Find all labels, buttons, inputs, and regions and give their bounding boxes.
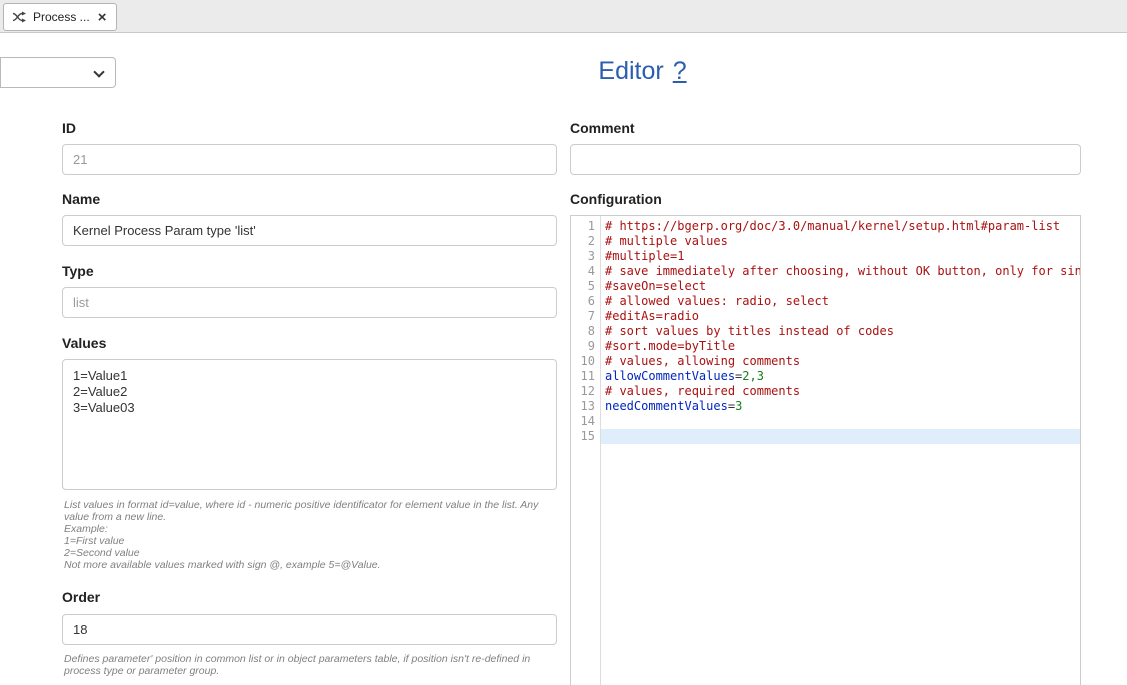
type-label: Type xyxy=(62,263,94,279)
line-number: 10 xyxy=(571,354,600,369)
code-line[interactable] xyxy=(601,414,1080,429)
code-token-comment: # values, allowing comments xyxy=(605,354,800,368)
values-label: Values xyxy=(62,335,106,351)
code-gutter: 123456789101112131415 xyxy=(571,216,601,685)
code-token-comment: # multiple values xyxy=(605,234,728,248)
line-number: 15 xyxy=(571,429,600,444)
code-line[interactable]: # allowed values: radio, select xyxy=(601,294,1080,309)
line-number: 2 xyxy=(571,234,600,249)
id-label: ID xyxy=(62,120,76,136)
code-token-value: 3 xyxy=(735,399,742,413)
line-number: 14 xyxy=(571,414,600,429)
code-token-comment: #editAs=radio xyxy=(605,309,699,323)
tab-process[interactable]: Process ... × xyxy=(3,3,117,31)
order-help: Defines parameter' position in common li… xyxy=(64,653,554,677)
code-line[interactable]: # https://bgerp.org/doc/3.0/manual/kerne… xyxy=(601,219,1080,234)
config-editor[interactable]: 123456789101112131415 # https://bgerp.or… xyxy=(570,215,1081,685)
configuration-label: Configuration xyxy=(570,191,662,207)
code-token-comment: # allowed values: radio, select xyxy=(605,294,829,308)
code-line[interactable]: #sort.mode=byTitle xyxy=(601,339,1080,354)
code-token-comment: # save immediately after choosing, witho… xyxy=(605,264,1080,278)
code-line[interactable]: # values, required comments xyxy=(601,384,1080,399)
line-number: 13 xyxy=(571,399,600,414)
code-token-comment: #saveOn=select xyxy=(605,279,706,293)
id-field[interactable] xyxy=(62,144,557,175)
values-textarea[interactable]: 1=Value1 2=Value2 3=Value03 xyxy=(62,359,557,490)
code-token-comment: #multiple=1 xyxy=(605,249,684,263)
help-link[interactable]: ? xyxy=(673,57,687,85)
values-help-line: 1=First value xyxy=(64,535,556,547)
page-title: Editor xyxy=(598,57,663,85)
values-help: List values in format id=value, where id… xyxy=(64,499,556,571)
values-help-line: List values in format id=value, where id… xyxy=(64,499,556,523)
values-help-line: 2=Second value xyxy=(64,547,556,559)
name-label: Name xyxy=(62,191,100,207)
line-number: 4 xyxy=(571,264,600,279)
code-line[interactable]: allowCommentValues=2,3 xyxy=(601,369,1080,384)
order-field[interactable] xyxy=(62,614,557,645)
code-line[interactable]: # values, allowing comments xyxy=(601,354,1080,369)
comment-label: Comment xyxy=(570,120,635,136)
code-line[interactable]: # save immediately after choosing, witho… xyxy=(601,264,1080,279)
line-number: 1 xyxy=(571,219,600,234)
code-token-comment: # values, required comments xyxy=(605,384,800,398)
order-label: Order xyxy=(62,589,100,605)
values-help-line: Not more available values marked with si… xyxy=(64,559,556,571)
code-line[interactable]: needCommentValues=3 xyxy=(601,399,1080,414)
code-lines[interactable]: # https://bgerp.org/doc/3.0/manual/kerne… xyxy=(601,216,1080,685)
comment-field[interactable] xyxy=(570,144,1081,175)
code-line[interactable]: #editAs=radio xyxy=(601,309,1080,324)
line-number: 11 xyxy=(571,369,600,384)
tab-bar: Process ... × xyxy=(0,0,1127,33)
line-number: 5 xyxy=(571,279,600,294)
line-number: 7 xyxy=(571,309,600,324)
code-token-key: allowCommentValues xyxy=(605,369,735,383)
code-line[interactable]: #saveOn=select xyxy=(601,279,1080,294)
close-icon[interactable]: × xyxy=(97,10,108,25)
type-field[interactable] xyxy=(62,287,557,318)
process-icon xyxy=(13,11,26,23)
code-line[interactable] xyxy=(601,429,1080,444)
code-token-comment: # sort values by titles instead of codes xyxy=(605,324,894,338)
code-line[interactable]: # sort values by titles instead of codes xyxy=(601,324,1080,339)
code-line[interactable]: # multiple values xyxy=(601,234,1080,249)
line-number: 6 xyxy=(571,294,600,309)
line-number: 12 xyxy=(571,384,600,399)
line-number: 8 xyxy=(571,324,600,339)
code-token-comment: #sort.mode=byTitle xyxy=(605,339,735,353)
line-number: 9 xyxy=(571,339,600,354)
code-token-comment: # https://bgerp.org/doc/3.0/manual/kerne… xyxy=(605,219,1060,233)
name-field[interactable] xyxy=(62,215,557,246)
tab-label: Process ... xyxy=(33,10,90,24)
code-token-key: needCommentValues xyxy=(605,399,728,413)
editor-page: Process ... × Editor? ID Name Type Value… xyxy=(0,0,1127,685)
line-number: 3 xyxy=(571,249,600,264)
code-token-value: 2,3 xyxy=(742,369,764,383)
code-token-eq: = xyxy=(728,399,735,413)
code-line[interactable]: #multiple=1 xyxy=(601,249,1080,264)
page-title-row: Editor? xyxy=(0,57,1127,86)
values-help-line: Example: xyxy=(64,523,556,535)
